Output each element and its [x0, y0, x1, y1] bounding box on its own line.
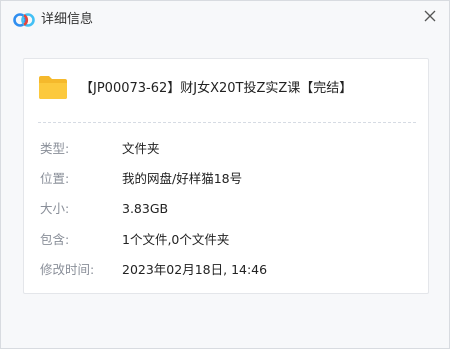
detail-value: 1个文件,0个文件夹 — [122, 232, 230, 247]
detail-label: 位置: — [40, 171, 70, 186]
details-panel: 【JP00073-62】财J女X20T投Z实Z课【完结】 类型: 文件夹 位置:… — [23, 58, 429, 294]
detail-row-size: 大小: 3.83GB — [24, 199, 428, 219]
detail-row-modified: 修改时间: 2023年02月18日, 14:46 — [24, 260, 428, 280]
details-dialog: 详细信息 【JP00073-62】财J女X20T投Z实Z课【完结】 类型: 文件… — [0, 0, 450, 349]
detail-label: 修改时间: — [40, 262, 95, 277]
file-header: 【JP00073-62】财J女X20T投Z实Z课【完结】 — [24, 59, 428, 121]
detail-value: 2023年02月18日, 14:46 — [122, 262, 268, 277]
file-name: 【JP00073-62】财J女X20T投Z实Z课【完结】 — [80, 81, 353, 96]
detail-value: 我的网盘/好样猫18号 — [122, 171, 243, 186]
detail-value: 文件夹 — [122, 141, 160, 156]
detail-row-location: 位置: 我的网盘/好样猫18号 — [24, 169, 428, 189]
baidu-netdisk-logo-icon — [13, 11, 35, 29]
close-button[interactable] — [419, 5, 441, 27]
detail-label: 包含: — [40, 232, 70, 247]
detail-label: 类型: — [40, 141, 70, 156]
title-bar: 详细信息 — [1, 1, 449, 39]
dialog-title: 详细信息 — [41, 12, 94, 27]
detail-label: 大小: — [40, 201, 70, 216]
folder-icon — [38, 74, 68, 100]
detail-row-type: 类型: 文件夹 — [24, 139, 428, 159]
detail-value: 3.83GB — [122, 201, 169, 216]
detail-row-contains: 包含: 1个文件,0个文件夹 — [24, 230, 428, 250]
close-icon — [424, 7, 436, 26]
divider — [38, 122, 416, 123]
